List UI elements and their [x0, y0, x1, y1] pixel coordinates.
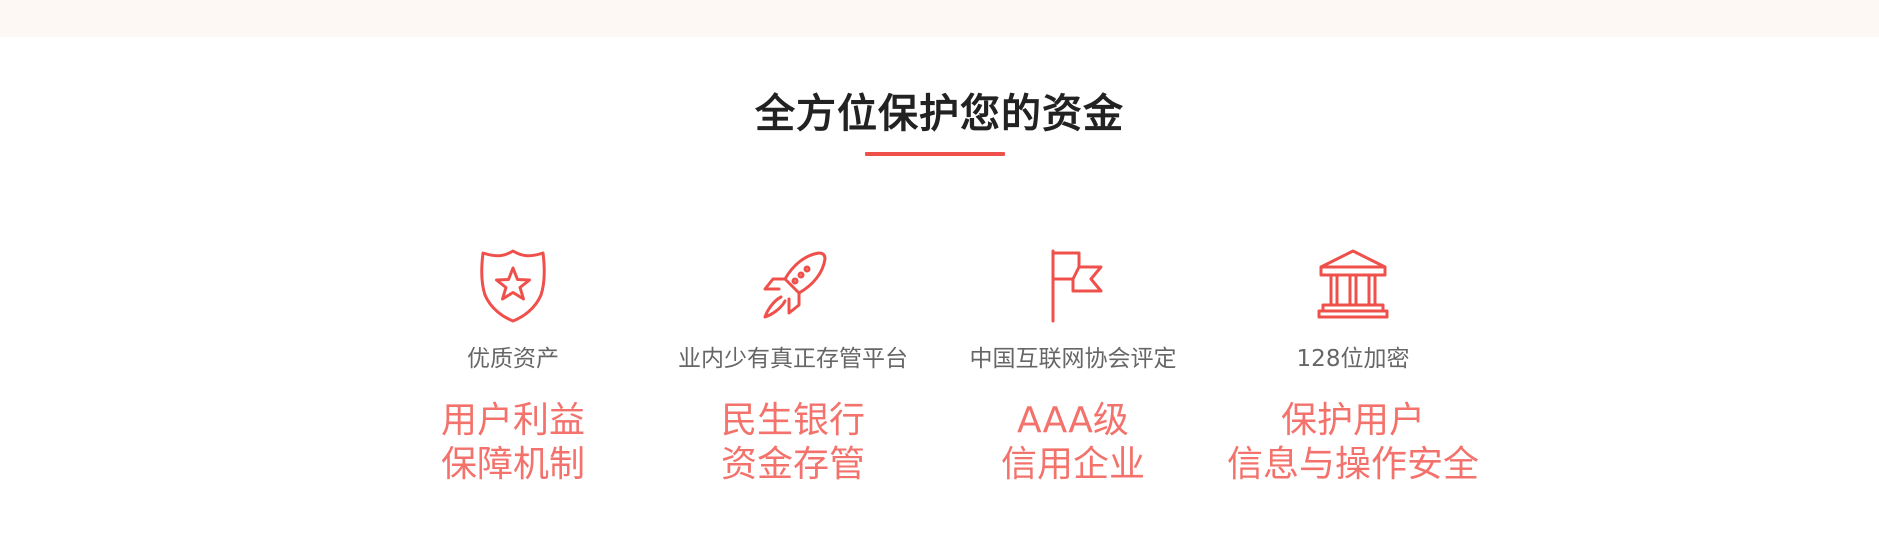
feature-highlight-line: 信息与操作安全 [1226, 444, 1479, 485]
feature-highlight: 保护用户 信息与操作安全 [1223, 399, 1483, 487]
feature-highlight-line: 信用企业 [1000, 444, 1145, 485]
feature-highlight: 用户利益 保障机制 [383, 399, 643, 487]
feature-subtitle: 128位加密 [1296, 346, 1410, 372]
feature-highlight-line: AAA级 [1017, 400, 1129, 441]
shield-star-icon [473, 245, 553, 325]
feature-subtitle: 优质资产 [467, 346, 559, 372]
feature-highlight-line: 保护用户 [1280, 400, 1425, 441]
title-underline [865, 152, 1005, 156]
feature-highlight: AAA级 信用企业 [943, 399, 1203, 487]
feature-subtitle: 中国互联网协会评定 [969, 346, 1177, 372]
top-strip [0, 0, 1879, 37]
feature-highlight-line: 资金存管 [720, 444, 865, 485]
section-title: 全方位保护您的资金 [755, 91, 1124, 137]
feature-encryption: 128位加密 保护用户 信息与操作安全 [1223, 245, 1483, 487]
feature-bank-custody: 业内少有真正存管平台 民生银行 资金存管 [663, 245, 923, 487]
feature-credit-rating: 中国互联网协会评定 AAA级 信用企业 [943, 245, 1203, 487]
feature-highlight-line: 保障机制 [440, 444, 585, 485]
feature-highlight-line: 民生银行 [720, 400, 865, 441]
flag-icon [1033, 245, 1113, 325]
feature-subtitle: 业内少有真正存管平台 [678, 346, 908, 372]
feature-highlight: 民生银行 资金存管 [663, 399, 923, 487]
feature-user-protection: 优质资产 用户利益 保障机制 [383, 245, 643, 487]
rocket-icon [753, 245, 833, 325]
feature-highlight-line: 用户利益 [440, 400, 585, 441]
bank-building-icon [1313, 245, 1393, 325]
